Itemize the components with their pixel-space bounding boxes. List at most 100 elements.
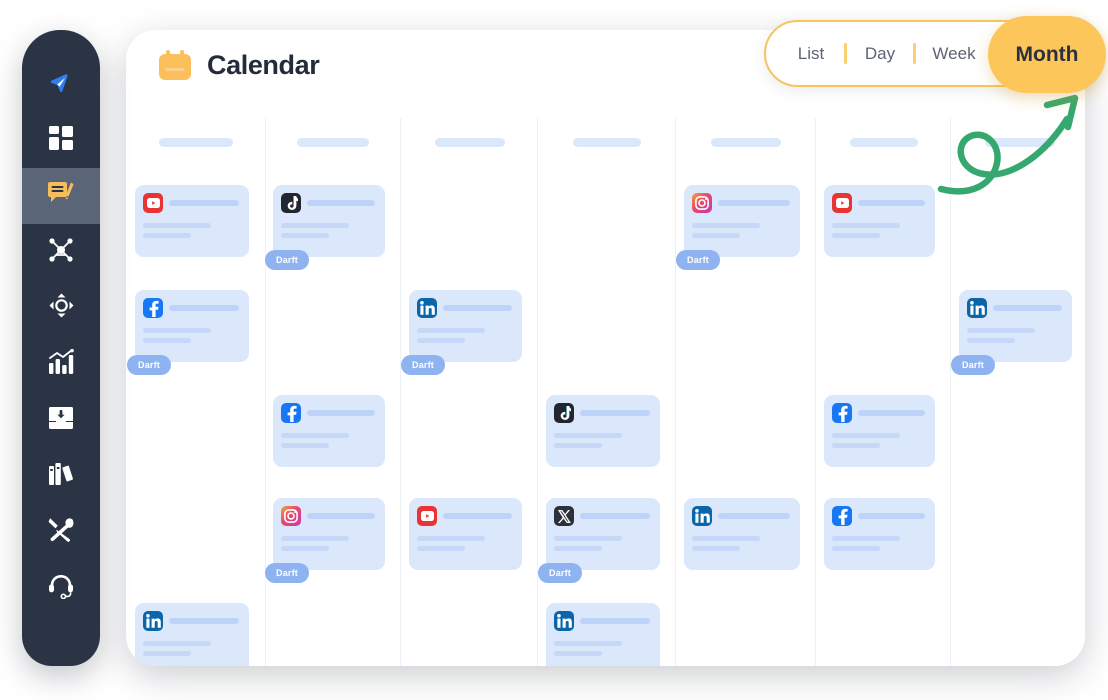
column-header-placeholder	[159, 138, 233, 147]
tab-day[interactable]: Day	[847, 22, 913, 85]
column-divider	[400, 118, 401, 666]
tiktok-icon	[554, 403, 574, 423]
calendar-event-card[interactable]	[824, 498, 935, 570]
facebook-icon	[832, 506, 852, 526]
status-badge: Darft	[265, 250, 310, 270]
calendar-event-card[interactable]	[824, 185, 935, 257]
event-text-placeholder	[554, 651, 602, 656]
youtube-icon	[143, 193, 163, 213]
event-title-placeholder	[307, 410, 375, 416]
status-badge: Darft	[676, 250, 721, 270]
event-text-placeholder	[832, 223, 900, 228]
calendar-event-card[interactable]: Darft	[265, 185, 385, 270]
event-title-placeholder	[858, 513, 925, 519]
event-text-placeholder	[281, 433, 349, 438]
facebook-icon	[281, 403, 301, 423]
target-icon	[48, 292, 75, 324]
sidebar-item-library[interactable]	[22, 448, 100, 504]
comment-edit-icon	[47, 181, 75, 212]
event-text-placeholder	[281, 536, 349, 541]
facebook-icon	[143, 298, 163, 318]
sidebar-item-analytics[interactable]	[22, 336, 100, 392]
event-text-placeholder	[832, 433, 900, 438]
event-title-placeholder	[169, 200, 239, 206]
calendar-event-card[interactable]	[546, 395, 660, 467]
column-divider	[675, 118, 676, 666]
youtube-icon	[832, 193, 852, 213]
calendar-event-card[interactable]: Darft	[127, 290, 249, 375]
sidebar-item-network[interactable]	[22, 224, 100, 280]
analytics-icon	[48, 348, 75, 380]
event-title-placeholder	[858, 200, 925, 206]
calendar-event-card[interactable]: Darft	[265, 498, 385, 583]
column-divider	[815, 118, 816, 666]
tiktok-icon	[281, 193, 301, 213]
status-badge: Darft	[265, 563, 310, 583]
calendar-event-card[interactable]: Darft	[676, 185, 800, 270]
status-badge: Darft	[401, 355, 446, 375]
event-text-placeholder	[692, 233, 740, 238]
event-text-placeholder	[554, 433, 622, 438]
x-icon	[554, 506, 574, 526]
event-title-placeholder	[993, 305, 1062, 311]
linkedin-icon	[417, 298, 437, 318]
calendar-event-card[interactable]: Darft	[538, 498, 660, 583]
event-title-placeholder	[858, 410, 925, 416]
column-header-placeholder	[849, 138, 918, 147]
calendar-event-card[interactable]	[824, 395, 935, 467]
page-title: Calendar	[207, 49, 320, 80]
facebook-icon	[832, 403, 852, 423]
column-divider	[950, 118, 951, 666]
event-text-placeholder	[832, 546, 880, 551]
sidebar-item-tools[interactable]	[22, 504, 100, 560]
linkedin-icon	[143, 611, 163, 631]
event-title-placeholder	[718, 200, 790, 206]
calendar-event-card[interactable]	[135, 185, 249, 257]
calendar-event-card[interactable]: Darft	[951, 290, 1072, 375]
tools-icon	[48, 517, 74, 548]
tab-week[interactable]: Week	[916, 22, 992, 85]
calendar-event-card[interactable]	[409, 498, 522, 570]
event-text-placeholder	[832, 233, 880, 238]
sidebar-item-inbox[interactable]	[22, 392, 100, 448]
event-text-placeholder	[143, 651, 191, 656]
event-text-placeholder	[417, 546, 465, 551]
grid-icon	[48, 125, 74, 156]
tab-list[interactable]: List	[778, 22, 844, 85]
event-text-placeholder	[967, 338, 1015, 343]
sidebar-item-targeting[interactable]	[22, 280, 100, 336]
calendar-event-card[interactable]	[273, 395, 385, 467]
event-text-placeholder	[281, 443, 329, 448]
tab-month[interactable]: Month	[988, 16, 1106, 93]
event-text-placeholder	[692, 223, 760, 228]
linkedin-icon	[692, 506, 712, 526]
calendar-event-card[interactable]	[135, 603, 249, 666]
sidebar-item-publish[interactable]	[22, 56, 100, 112]
event-title-placeholder	[443, 513, 512, 519]
sidebar-item-dashboard[interactable]	[22, 112, 100, 168]
app-screenshot: Calendar Darft Darft Darft Darft Darft Darft D…	[0, 0, 1108, 700]
headset-icon	[48, 573, 74, 604]
calendar-event-card[interactable]: Darft	[546, 603, 660, 666]
event-title-placeholder	[169, 305, 239, 311]
event-text-placeholder	[417, 536, 485, 541]
event-text-placeholder	[967, 328, 1035, 333]
event-text-placeholder	[554, 546, 602, 551]
calendar-event-card[interactable]: Darft	[401, 290, 522, 375]
event-text-placeholder	[832, 536, 900, 541]
event-text-placeholder	[281, 233, 329, 238]
event-text-placeholder	[417, 328, 485, 333]
sidebar-item-engage[interactable]	[22, 168, 100, 224]
view-toggle[interactable]: List Day Week Month	[764, 16, 1106, 93]
event-title-placeholder	[443, 305, 512, 311]
event-text-placeholder	[143, 641, 211, 646]
sidebar-item-support[interactable]	[22, 560, 100, 616]
youtube-icon	[417, 506, 437, 526]
event-title-placeholder	[580, 513, 650, 519]
event-text-placeholder	[143, 233, 191, 238]
event-title-placeholder	[307, 513, 375, 519]
event-text-placeholder	[143, 338, 191, 343]
event-title-placeholder	[580, 618, 650, 624]
calendar-icon	[159, 50, 191, 80]
calendar-event-card[interactable]	[684, 498, 800, 570]
